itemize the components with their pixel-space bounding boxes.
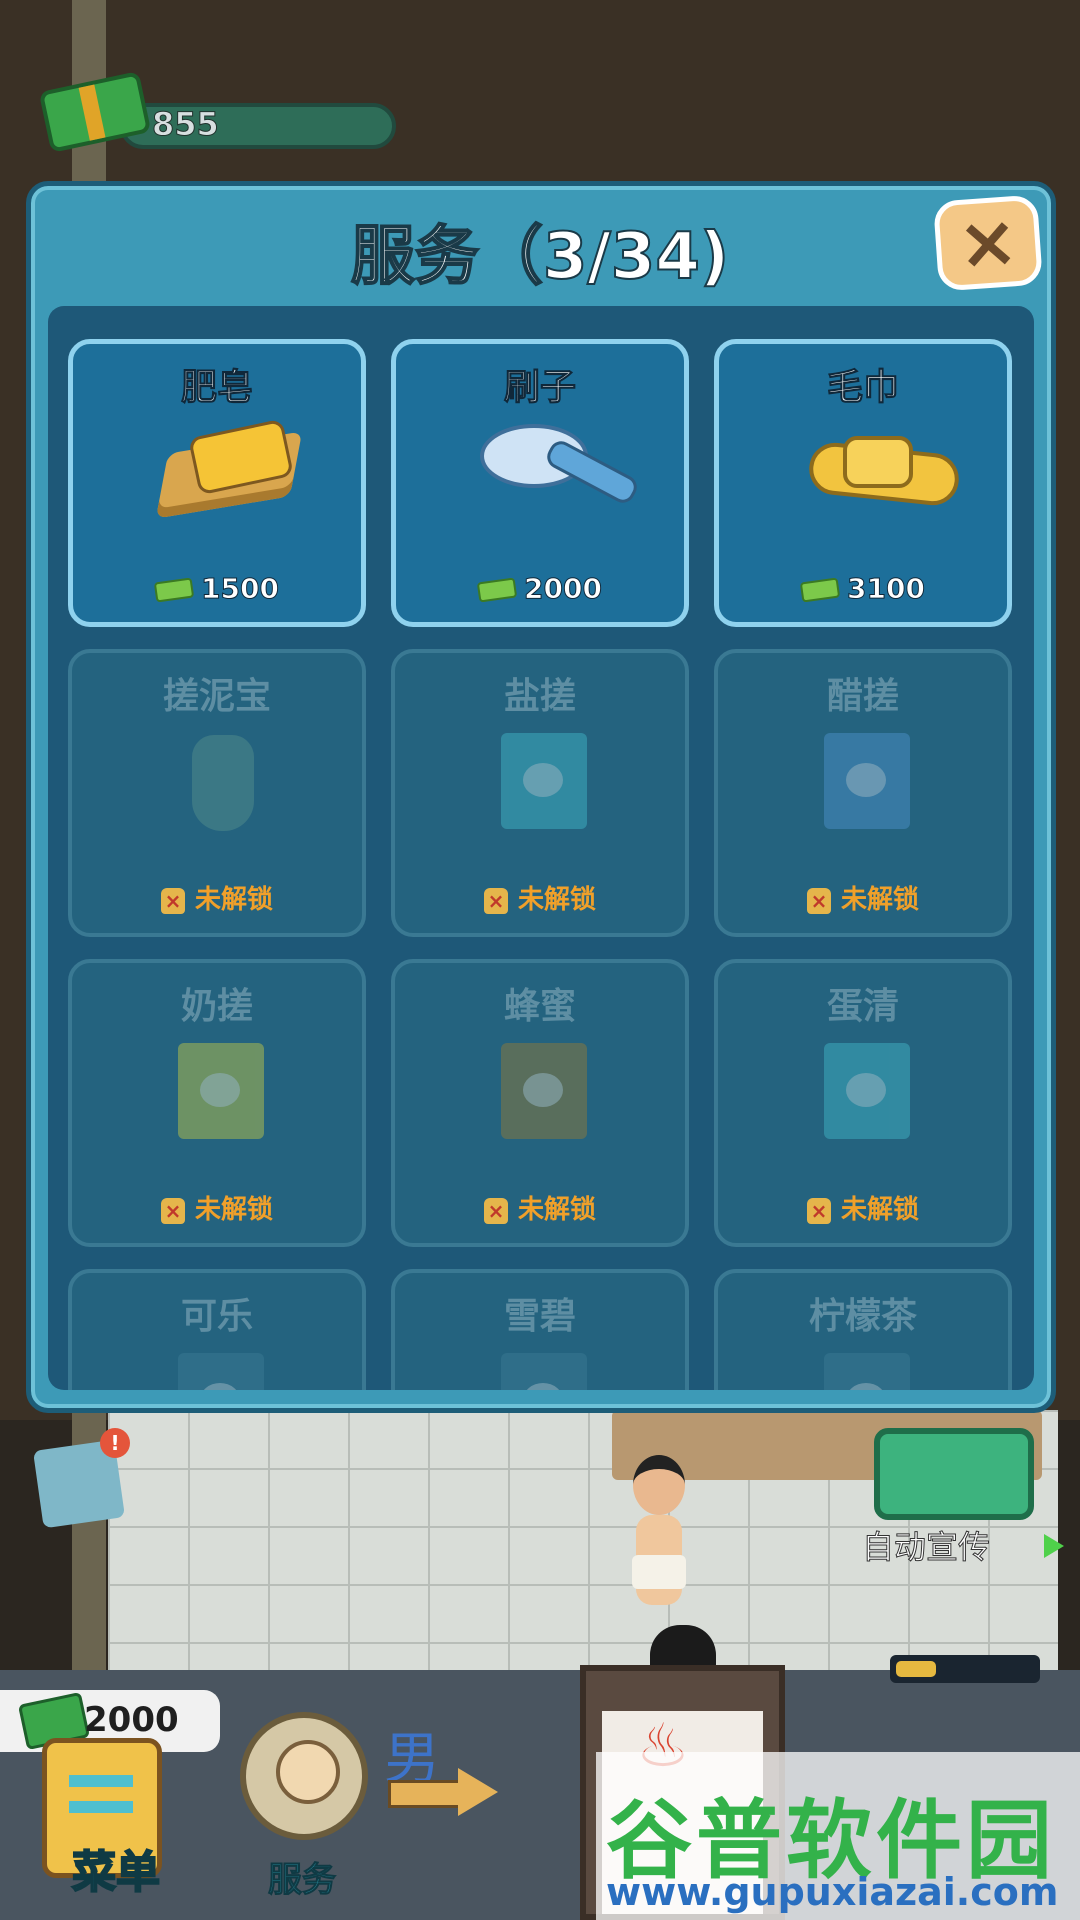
lock-icon [483, 887, 508, 914]
service-name: 刷子 [503, 367, 576, 409]
lock-icon [806, 887, 831, 914]
towel-icon [803, 424, 962, 528]
service-card[interactable]: 柠檬茶 [714, 1269, 1012, 1390]
service-card[interactable]: 盐搓未解锁 [391, 649, 689, 937]
lock-status: 未解锁 [718, 1189, 1008, 1226]
service-card[interactable]: 搓泥宝未解锁 [68, 649, 366, 937]
money-icon [476, 577, 518, 603]
panel-title: 服务（3/34) [350, 219, 730, 295]
salt-pack-icon [479, 733, 609, 837]
service-name: 肥皂 [180, 367, 253, 409]
play-icon[interactable] [1044, 1534, 1064, 1558]
price-value: 1500 [201, 572, 280, 606]
close-x-icon: × [954, 198, 1021, 287]
brush-icon [480, 424, 641, 528]
service-name: 毛巾 [826, 367, 899, 409]
service-card[interactable]: 蛋清未解锁 [714, 959, 1012, 1247]
honey-pack-icon [479, 1043, 609, 1147]
service-list[interactable]: 肥皂1500刷子2000毛巾3100搓泥宝未解锁盐搓未解锁醋搓未解锁奶搓未解锁蜂… [48, 306, 1034, 1390]
lock-status: 未解锁 [395, 1189, 685, 1226]
lock-text: 未解锁 [194, 885, 273, 915]
service-card[interactable]: 奶搓未解锁 [68, 959, 366, 1247]
vinegar-pack-icon [802, 733, 932, 837]
service-card[interactable]: 毛巾 3100 [714, 339, 1012, 627]
auto-promo-machine-icon[interactable] [874, 1428, 1034, 1520]
menu-label[interactable]: 菜单 [71, 1836, 161, 1900]
service-name: 柠檬茶 [808, 1296, 917, 1337]
service-button[interactable] [240, 1712, 368, 1840]
lemon-tea-icon [802, 1353, 932, 1390]
lock-icon [160, 887, 185, 914]
progress-fill [896, 1661, 936, 1677]
service-card[interactable]: 蜂蜜未解锁 [391, 959, 689, 1247]
customer-towel [632, 1555, 686, 1589]
arrow-head [458, 1768, 498, 1816]
egg-pack-icon [802, 1043, 932, 1147]
arrow-shaft [388, 1780, 464, 1808]
lock-icon [483, 1197, 508, 1224]
lock-icon [806, 1197, 831, 1224]
lock-text: 未解锁 [194, 1195, 273, 1225]
service-name: 醋搓 [826, 676, 899, 717]
watermark-url: www.gupuxiazai.com [606, 1870, 1059, 1914]
service-card[interactable]: 醋搓未解锁 [714, 649, 1012, 937]
service-name: 搓泥宝 [162, 676, 271, 717]
price-value: 2000 [524, 572, 603, 606]
cola-icon [156, 1353, 286, 1390]
soap-icon [155, 418, 303, 528]
customer-character[interactable] [628, 1455, 688, 1625]
service-name: 蛋清 [826, 986, 899, 1027]
bottle-icon [156, 733, 286, 837]
service-label[interactable]: 服务 [268, 1852, 337, 1901]
lock-text: 未解锁 [840, 1195, 919, 1225]
price-value: 3100 [847, 572, 926, 606]
lock-status: 未解锁 [72, 1189, 362, 1226]
auto-promo-label[interactable]: 自动宣传 [861, 1522, 990, 1568]
money-icon [799, 577, 841, 603]
lock-text: 未解锁 [840, 885, 919, 915]
customer-head [633, 1455, 685, 1515]
money-value: 855 [152, 105, 220, 144]
lock-status: 未解锁 [395, 879, 685, 916]
sprite-icon [479, 1353, 609, 1390]
service-card[interactable]: 刷子 2000 [391, 339, 689, 627]
lock-status: 未解锁 [72, 879, 362, 916]
service-name: 可乐 [180, 1296, 253, 1337]
service-price: 3100 [719, 572, 1007, 606]
service-name: 雪碧 [503, 1296, 576, 1337]
close-button[interactable]: × [932, 194, 1044, 292]
bottom-money-value: 2000 [84, 1700, 179, 1740]
service-card[interactable]: 雪碧 [391, 1269, 689, 1390]
money-icon [153, 577, 195, 603]
progress-bar [890, 1655, 1040, 1683]
lock-status: 未解锁 [718, 879, 1008, 916]
service-price: 2000 [396, 572, 684, 606]
arrow-right-icon[interactable] [388, 1768, 498, 1816]
money-display: 855 [38, 71, 396, 155]
lock-text: 未解锁 [517, 1195, 596, 1225]
milk-pack-icon [156, 1043, 286, 1147]
lock-text: 未解锁 [517, 885, 596, 915]
service-card[interactable]: 可乐 [68, 1269, 366, 1390]
service-grid: 肥皂1500刷子2000毛巾3100搓泥宝未解锁盐搓未解锁醋搓未解锁奶搓未解锁蜂… [68, 339, 1014, 1390]
service-name: 盐搓 [503, 676, 576, 717]
alert-badge: ! [100, 1428, 130, 1458]
service-card[interactable]: 肥皂 1500 [68, 339, 366, 627]
lock-icon [160, 1197, 185, 1224]
service-price: 1500 [73, 572, 361, 606]
service-name: 奶搓 [180, 986, 253, 1027]
service-name: 蜂蜜 [503, 986, 576, 1027]
